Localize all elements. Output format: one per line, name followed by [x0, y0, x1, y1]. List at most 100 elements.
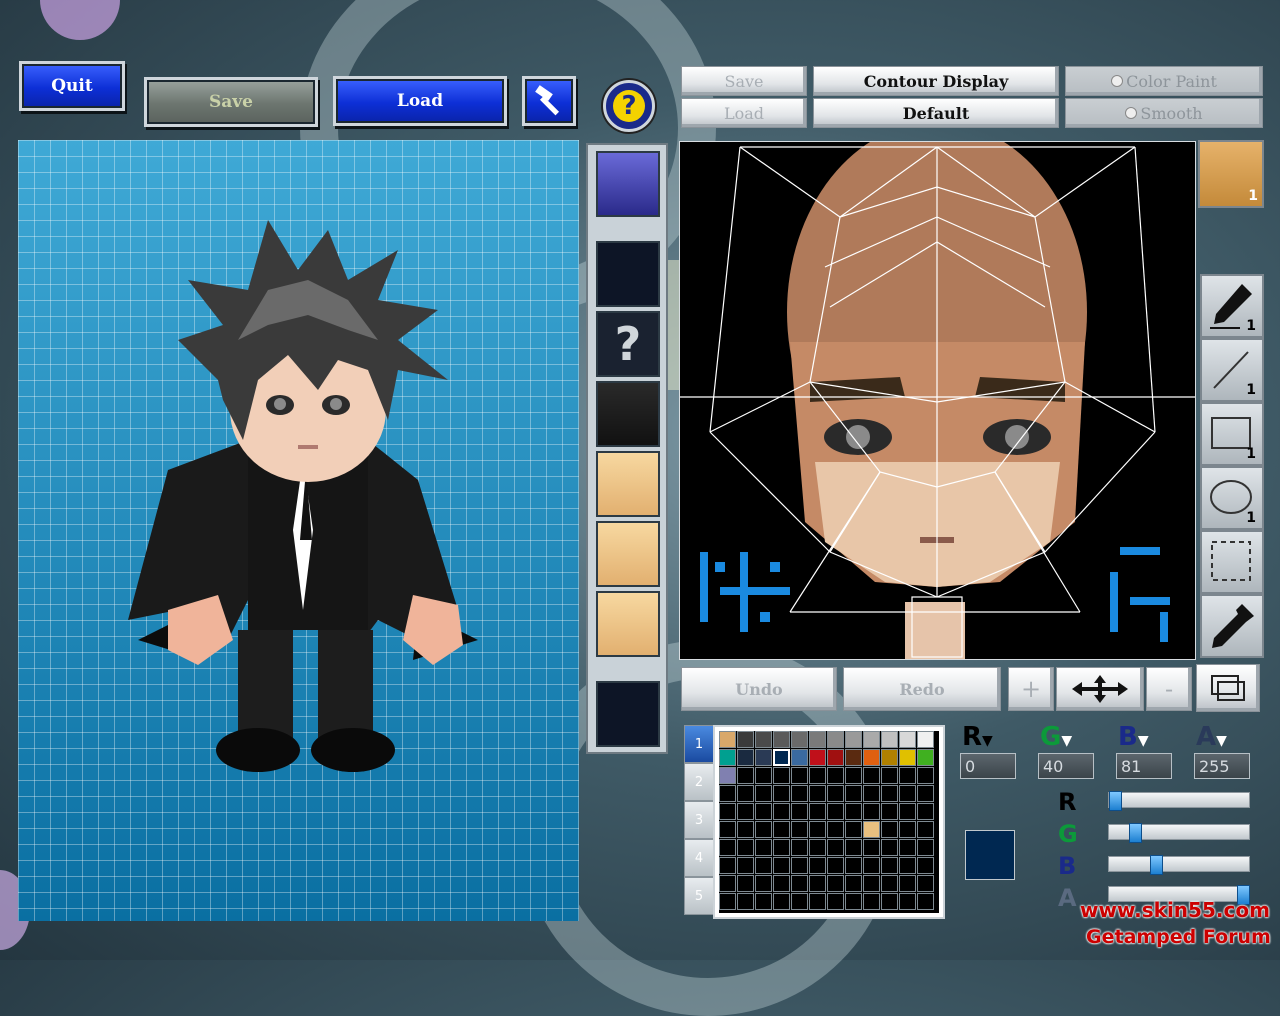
palette-cell[interactable] — [845, 875, 862, 892]
ellipse-tool-button[interactable]: 1 — [1200, 466, 1264, 530]
color-paint-radio[interactable]: Color Paint — [1065, 66, 1263, 96]
slider-knob[interactable] — [1129, 823, 1143, 843]
default-button[interactable]: Default — [813, 98, 1059, 128]
palette-cell[interactable] — [881, 857, 898, 874]
palette-cell[interactable] — [881, 875, 898, 892]
palette-cell[interactable] — [881, 839, 898, 856]
color-palette[interactable] — [713, 725, 945, 919]
palette-cell[interactable] — [737, 749, 754, 766]
load-button[interactable]: Load — [333, 76, 507, 126]
part-slot-face-skin[interactable] — [596, 591, 660, 657]
r-value-field[interactable]: 0 — [960, 753, 1016, 779]
palette-cell[interactable] — [773, 839, 790, 856]
palette-cell[interactable] — [737, 731, 754, 748]
palette-cell[interactable] — [899, 803, 916, 820]
palette-cell[interactable] — [827, 893, 844, 910]
palette-cell[interactable] — [827, 785, 844, 802]
pen-tool-button[interactable]: 1 — [1200, 274, 1264, 338]
part-slot-empty[interactable] — [596, 241, 660, 307]
palette-cell[interactable] — [791, 857, 808, 874]
palette-cell[interactable] — [827, 875, 844, 892]
contour-display-button[interactable]: Contour Display — [813, 66, 1059, 96]
palette-cell[interactable] — [827, 821, 844, 838]
palette-cell[interactable] — [845, 839, 862, 856]
palette-cell[interactable] — [863, 839, 880, 856]
undo-button[interactable]: Undo — [681, 667, 837, 711]
palette-cell[interactable] — [719, 839, 736, 856]
selection-tool-button[interactable] — [1200, 530, 1264, 594]
palette-cell[interactable] — [917, 785, 934, 802]
layer-window-button[interactable] — [1196, 664, 1260, 712]
a-channel-label[interactable]: A▼ — [1196, 722, 1227, 752]
palette-cell[interactable] — [845, 893, 862, 910]
palette-cell[interactable] — [863, 803, 880, 820]
palette-cell[interactable] — [917, 839, 934, 856]
palette-cell[interactable] — [899, 893, 916, 910]
palette-cell[interactable] — [899, 767, 916, 784]
part-slot-random[interactable]: ? — [596, 311, 660, 377]
palette-cell[interactable] — [791, 803, 808, 820]
palette-cell[interactable] — [917, 731, 934, 748]
palette-cell[interactable] — [755, 767, 772, 784]
palette-cell[interactable] — [899, 875, 916, 892]
palette-cell[interactable] — [773, 857, 790, 874]
g-channel-label[interactable]: G▼ — [1040, 722, 1072, 752]
palette-cell[interactable] — [719, 875, 736, 892]
palette-cell[interactable] — [917, 857, 934, 874]
palette-cell[interactable] — [773, 749, 790, 766]
palette-cell[interactable] — [863, 821, 880, 838]
palette-cell[interactable] — [737, 767, 754, 784]
palette-tab-4[interactable]: 4 — [684, 839, 714, 877]
palette-cell[interactable] — [863, 857, 880, 874]
palette-cell[interactable] — [845, 731, 862, 748]
line-tool-button[interactable]: 1 — [1200, 338, 1264, 402]
part-slot-emblem[interactable] — [596, 151, 660, 217]
r-slider[interactable] — [1108, 791, 1250, 811]
palette-cell[interactable] — [809, 749, 826, 766]
palette-cell[interactable] — [845, 857, 862, 874]
palette-tab-1[interactable]: 1 — [684, 725, 714, 763]
palette-cell[interactable] — [863, 785, 880, 802]
palette-tab-2[interactable]: 2 — [684, 763, 714, 801]
palette-cell[interactable] — [773, 821, 790, 838]
palette-cell[interactable] — [737, 875, 754, 892]
palette-cell[interactable] — [773, 875, 790, 892]
palette-cell[interactable] — [881, 749, 898, 766]
palette-cell[interactable] — [773, 767, 790, 784]
palette-cell[interactable] — [791, 767, 808, 784]
editor-load-button[interactable]: Load — [681, 98, 807, 128]
palette-cell[interactable] — [899, 785, 916, 802]
palette-cell[interactable] — [737, 893, 754, 910]
palette-cell[interactable] — [827, 803, 844, 820]
palette-cell[interactable] — [719, 857, 736, 874]
palette-cell[interactable] — [791, 893, 808, 910]
palette-cell[interactable] — [719, 731, 736, 748]
palette-cell[interactable] — [809, 839, 826, 856]
slider-knob[interactable] — [1109, 791, 1122, 811]
palette-cell[interactable] — [809, 857, 826, 874]
editor-save-button[interactable]: Save — [681, 66, 807, 96]
part-slot-face-eyes[interactable] — [596, 451, 660, 517]
palette-cell[interactable] — [791, 839, 808, 856]
palette-cell[interactable] — [899, 839, 916, 856]
palette-cell[interactable] — [791, 875, 808, 892]
zoom-out-button[interactable]: - — [1146, 667, 1192, 711]
palette-cell[interactable] — [791, 749, 808, 766]
palette-cell[interactable] — [773, 803, 790, 820]
palette-cell[interactable] — [881, 767, 898, 784]
palette-cell[interactable] — [809, 821, 826, 838]
palette-cell[interactable] — [863, 893, 880, 910]
part-slot-empty[interactable] — [596, 681, 660, 747]
palette-cell[interactable] — [737, 857, 754, 874]
palette-cell[interactable] — [809, 767, 826, 784]
palette-cell[interactable] — [737, 839, 754, 856]
palette-cell[interactable] — [917, 749, 934, 766]
palette-cell[interactable] — [755, 839, 772, 856]
redo-button[interactable]: Redo — [843, 667, 1001, 711]
palette-cell[interactable] — [881, 785, 898, 802]
palette-cell[interactable] — [845, 767, 862, 784]
slider-knob[interactable] — [1149, 855, 1163, 875]
palette-cell[interactable] — [773, 731, 790, 748]
palette-cell[interactable] — [773, 785, 790, 802]
move-button[interactable] — [1056, 667, 1144, 711]
